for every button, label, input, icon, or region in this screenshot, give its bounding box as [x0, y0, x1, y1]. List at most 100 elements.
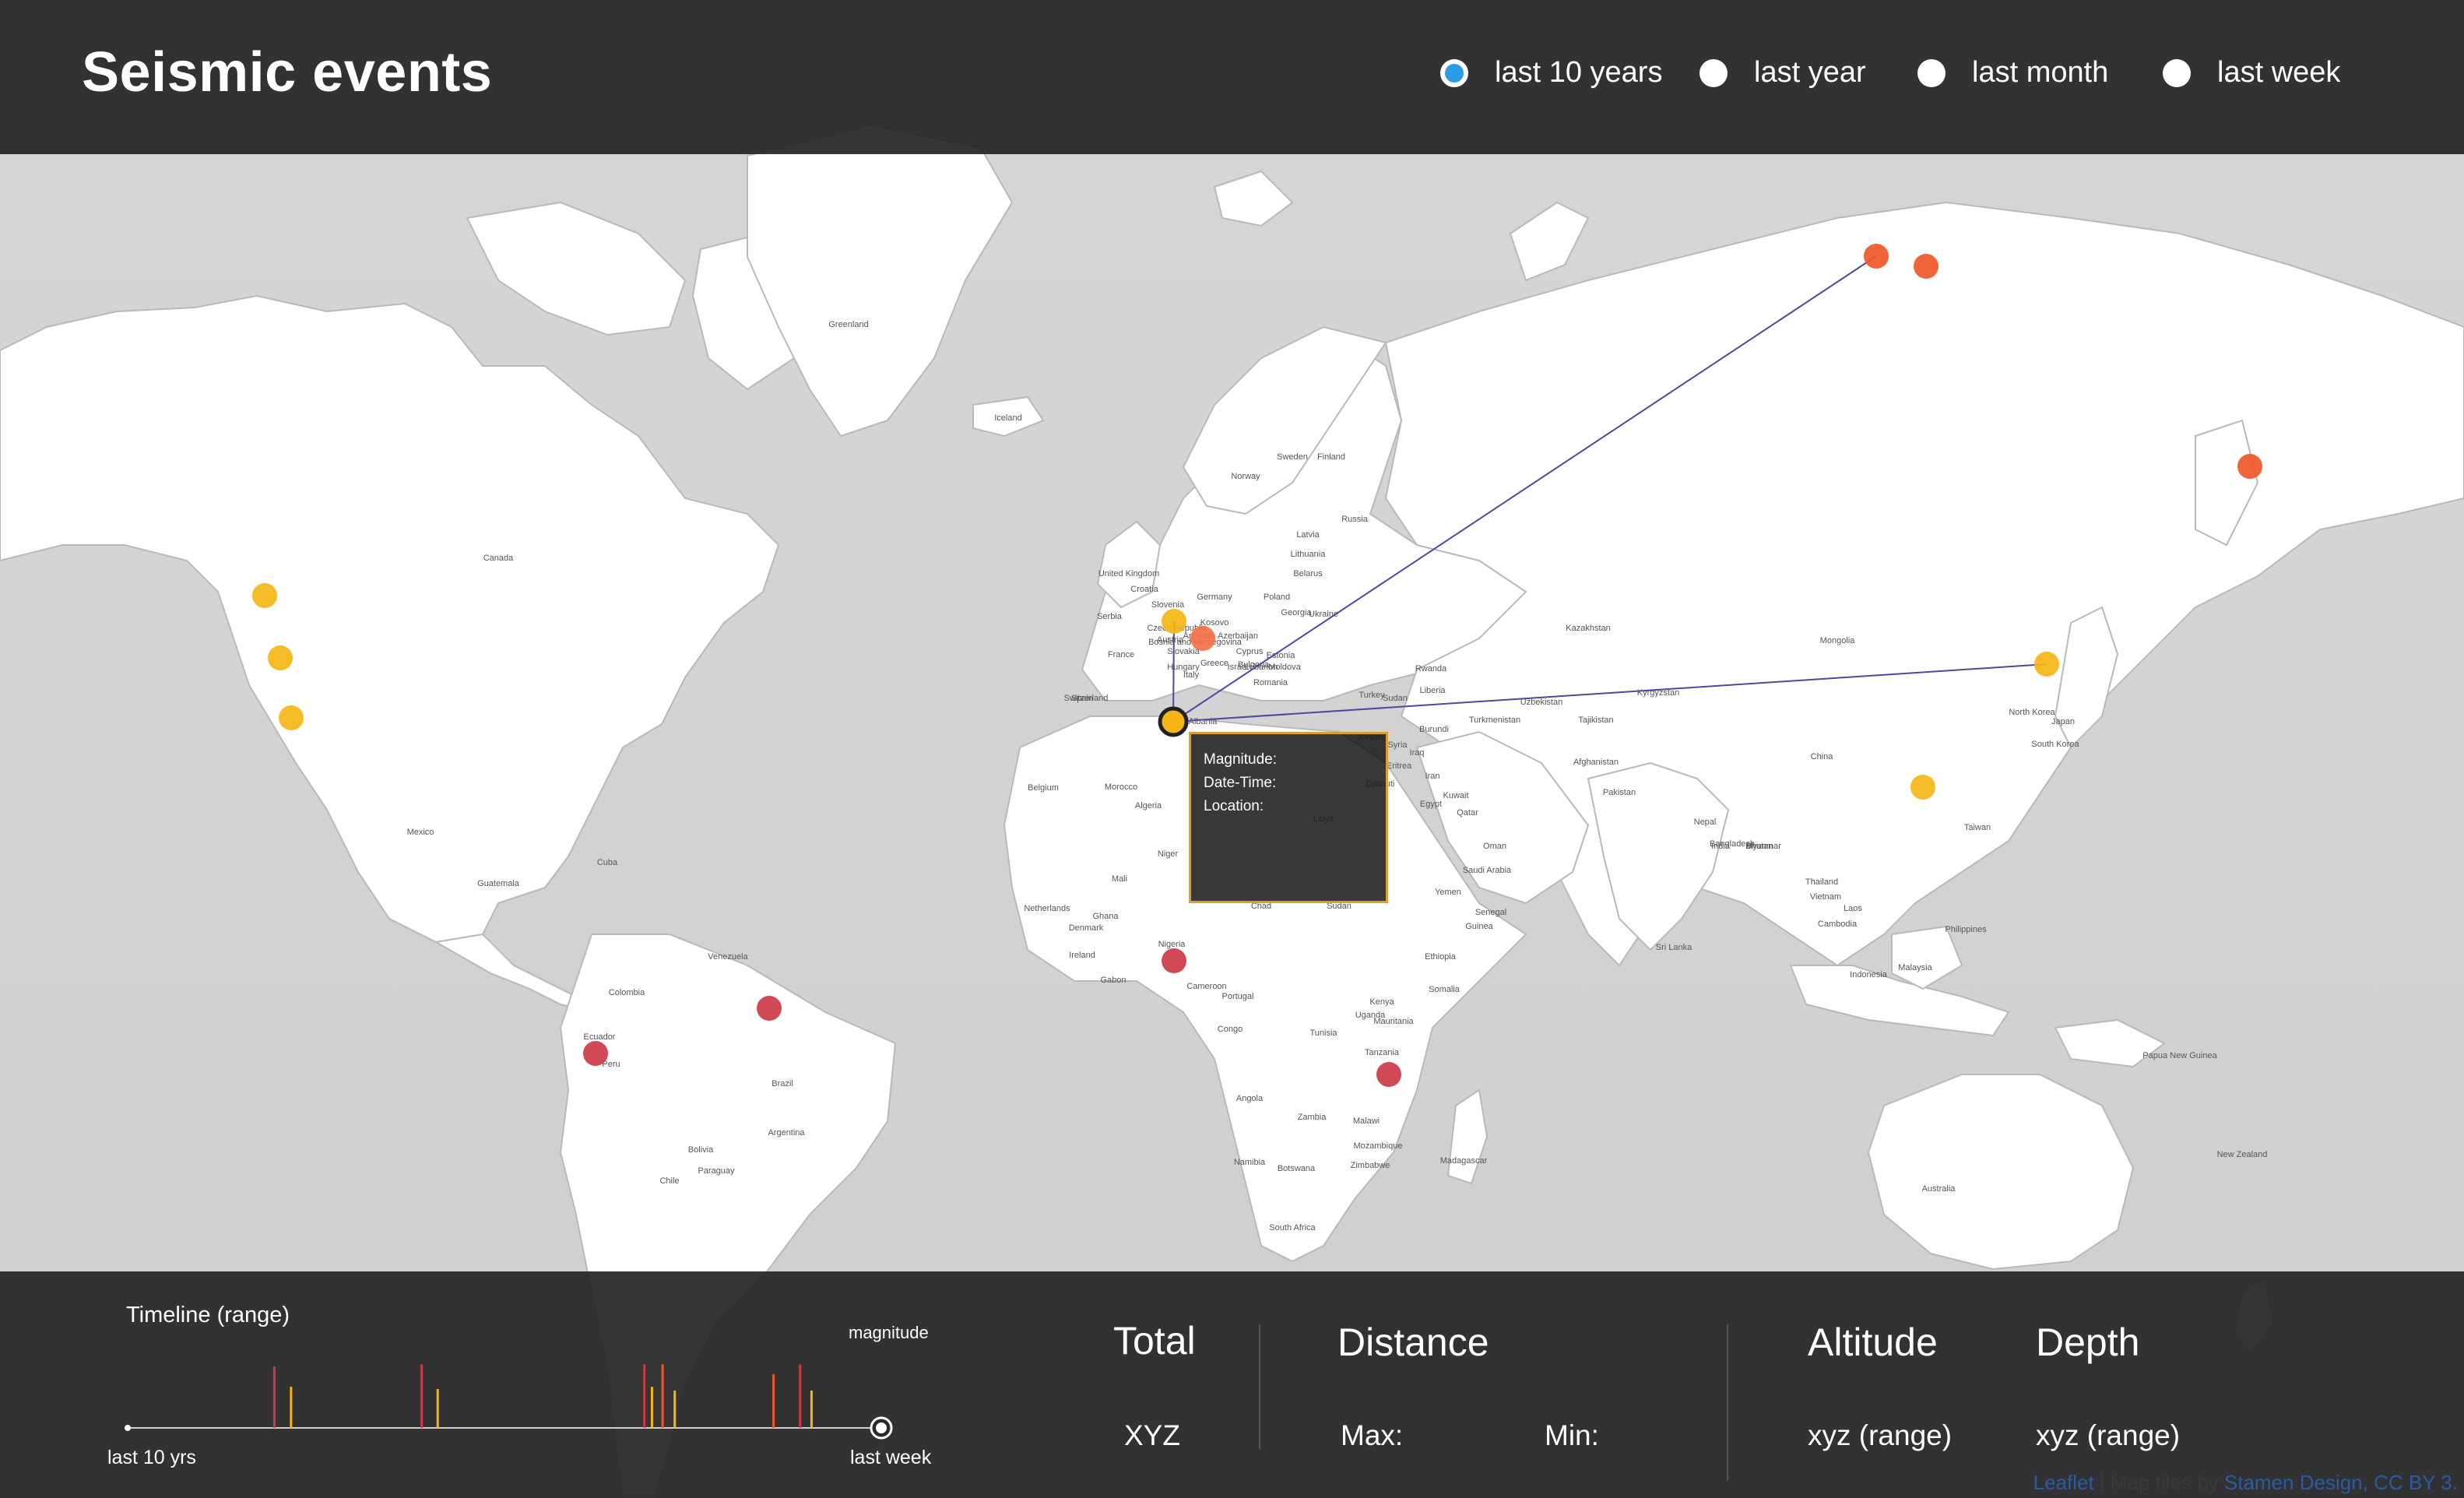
event-marker-california[interactable]	[279, 705, 304, 730]
country-label: Denmark	[1069, 923, 1104, 933]
country-label: Botswana	[1278, 1164, 1316, 1173]
event-marker-north-siberia-1[interactable]	[1864, 244, 1889, 269]
country-label: Algeria	[1135, 801, 1162, 811]
event-popup: Magnitude: Date-Time: Location:	[1189, 732, 1388, 903]
country-label: Niger	[1158, 849, 1179, 859]
country-label: Serbia	[1097, 612, 1123, 621]
country-label: Turkey	[1359, 691, 1385, 700]
country-label: Yemen	[1435, 888, 1461, 897]
country-label: Ethiopia	[1425, 952, 1457, 962]
country-label: Hungary	[1167, 663, 1200, 672]
country-label: United Kingdom	[1098, 569, 1159, 578]
country-label: Greece	[1200, 659, 1228, 668]
country-label: Mexico	[407, 828, 434, 837]
radio-button-icon[interactable]	[2163, 58, 2191, 87]
distance-min-label: Min:	[1545, 1419, 1599, 1451]
country-label: Morocco	[1105, 782, 1137, 792]
event-marker-belgium[interactable]	[1162, 609, 1186, 634]
country-label: Mali	[1112, 874, 1127, 884]
country-label: Brazil	[772, 1079, 793, 1088]
altitude-heading: Altitude	[1808, 1320, 1938, 1364]
country-label: Germany	[1197, 593, 1232, 602]
country-label: Venezuela	[708, 952, 748, 962]
country-label: Israel	[1228, 663, 1249, 672]
country-label: Russia	[1341, 515, 1369, 524]
leaflet-link[interactable]: Leaflet	[2033, 1471, 2094, 1494]
country-label: Thailand	[1805, 877, 1838, 887]
country-label: China	[1811, 752, 1834, 761]
event-marker-peru[interactable]	[583, 1041, 608, 1066]
country-label: Philippines	[1945, 925, 1987, 934]
distance-max-label: Max:	[1341, 1419, 1404, 1451]
country-label: Poland	[1264, 593, 1290, 602]
country-label: Slovenia	[1151, 600, 1185, 610]
radio-button-icon[interactable]	[1440, 58, 1468, 87]
country-label: Pakistan	[1603, 788, 1636, 797]
country-label: Latvia	[1296, 530, 1320, 540]
event-marker-kamchatka[interactable]	[2237, 454, 2262, 479]
distance-heading: Distance	[1337, 1320, 1489, 1364]
filter-label: last month	[1972, 56, 2109, 89]
country-label: Sweden	[1277, 452, 1308, 462]
event-marker-british-columbia[interactable]	[252, 583, 277, 608]
country-label: Malawi	[1353, 1116, 1380, 1126]
country-label: Ecuador	[584, 1032, 616, 1042]
event-marker-tanzania[interactable]	[1376, 1062, 1401, 1087]
event-marker-italy[interactable]	[1158, 706, 1189, 737]
event-marker-oregon[interactable]	[268, 645, 293, 670]
country-label: Kenya	[1369, 997, 1394, 1007]
country-label: Egypt	[1420, 800, 1442, 809]
country-label: Tunisia	[1309, 1029, 1337, 1038]
country-label: Guatemala	[477, 879, 520, 888]
country-label: Switzerland	[1064, 694, 1109, 703]
altitude-value: xyz (range)	[1808, 1419, 1953, 1451]
country-label: Paraguay	[698, 1166, 735, 1176]
divider	[1259, 1324, 1260, 1449]
filter-label: last week	[2217, 56, 2341, 89]
country-label: Ghana	[1092, 912, 1119, 921]
footer-panel: Timeline (range) magnitude last 10 yrs l…	[0, 1271, 2464, 1498]
country-label: Tanzania	[1365, 1048, 1400, 1057]
country-label: Sri Lanka	[1656, 943, 1692, 952]
country-label: Canada	[483, 554, 514, 563]
country-label: Qatar	[1457, 808, 1478, 818]
event-marker-austria[interactable]	[1190, 626, 1215, 651]
attribution-text: | Map tiles by	[2093, 1471, 2224, 1494]
country-label: Bolivia	[688, 1145, 714, 1155]
popup-magnitude-label: Magnitude:	[1204, 751, 1278, 768]
stamen-link[interactable]: Stamen Design, CC BY 3.	[2224, 1471, 2458, 1494]
country-label: Namibia	[1234, 1158, 1266, 1167]
event-marker-north-siberia-2[interactable]	[1914, 254, 1939, 279]
timeline-end-label: last week	[850, 1447, 932, 1468]
country-label: France	[1108, 650, 1134, 659]
country-label: Cyprus	[1236, 647, 1264, 656]
radio-button-icon[interactable]	[1917, 58, 1946, 87]
country-label: Madagascar	[1440, 1156, 1488, 1166]
country-label: Zimbabwe	[1351, 1161, 1390, 1170]
country-label: Iran	[1425, 772, 1440, 781]
timeline-start-handle[interactable]	[125, 1425, 131, 1431]
event-marker-china[interactable]	[1910, 775, 1935, 800]
event-marker-french-guiana[interactable]	[757, 996, 782, 1021]
filter-last-month[interactable]: last month	[1917, 56, 2108, 90]
country-label: Tajikistan	[1578, 716, 1613, 725]
country-label: Lithuania	[1291, 550, 1327, 559]
country-label: Indonesia	[1850, 970, 1888, 979]
filter-last-10-years[interactable]: last 10 years	[1440, 56, 1662, 90]
total-heading: Total	[1113, 1319, 1196, 1363]
filter-last-year[interactable]: last year	[1699, 56, 1866, 90]
event-marker-nigeria[interactable]	[1162, 948, 1186, 973]
country-label: Croatia	[1130, 585, 1158, 594]
country-label: Portugal	[1222, 992, 1254, 1001]
country-label: Taiwan	[1964, 823, 1991, 832]
country-label: Kazakhstan	[1566, 624, 1610, 633]
country-label: Cambodia	[1818, 920, 1858, 929]
country-label: Angola	[1236, 1094, 1264, 1103]
country-label: Vietnam	[1810, 892, 1841, 902]
radio-button-icon[interactable]	[1699, 58, 1728, 87]
timeline-slider[interactable]	[117, 1318, 895, 1443]
country-label: Iceland	[994, 413, 1021, 423]
event-marker-japan[interactable]	[2034, 652, 2059, 677]
filter-last-week[interactable]: last week	[2163, 56, 2340, 90]
country-label: Somalia	[1429, 985, 1460, 994]
